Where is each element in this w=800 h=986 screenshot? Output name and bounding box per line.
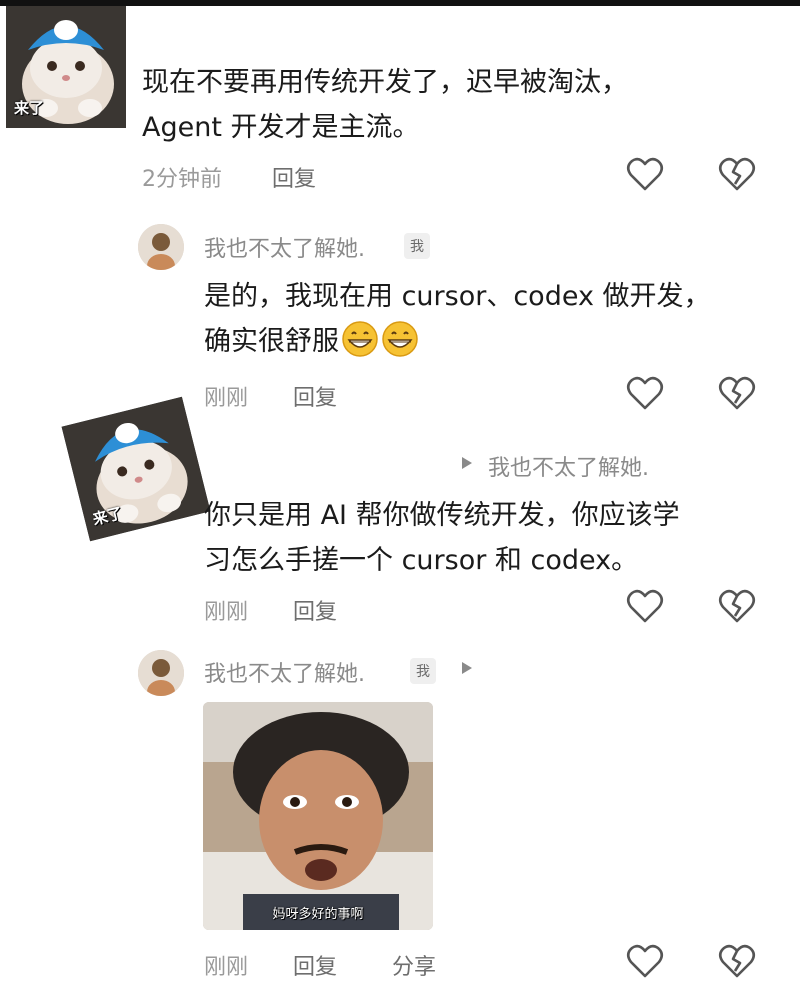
heart-outline-icon[interactable] xyxy=(626,156,664,192)
sticker-avatar[interactable]: 来了 xyxy=(6,6,126,128)
comment-text: 你只是用 AI 帮你做传统开发，你应该学 习怎么手搓一个 cursor 和 co… xyxy=(204,500,680,576)
reply-button[interactable]: 回复 xyxy=(293,380,337,412)
play-triangle-icon xyxy=(462,457,472,469)
broken-heart-icon[interactable] xyxy=(718,588,756,624)
grinning-face-icon xyxy=(342,321,378,357)
heart-outline-icon[interactable] xyxy=(626,588,664,624)
reply-button[interactable]: 回复 xyxy=(272,161,316,193)
comment-text: 现在不要再用传统开发了，迟早被淘汰， Agent 开发才是主流。 xyxy=(142,67,628,143)
broken-heart-icon[interactable] xyxy=(718,375,756,411)
broken-heart-icon[interactable] xyxy=(718,943,756,979)
broken-heart-icon[interactable] xyxy=(718,156,756,192)
user-avatar-image xyxy=(138,650,184,696)
comment-time: 刚刚 xyxy=(204,386,249,411)
sticker-tag: 来了 xyxy=(14,99,45,117)
heart-outline-icon[interactable] xyxy=(626,375,664,411)
user-avatar-image xyxy=(138,224,184,270)
heart-outline-icon[interactable] xyxy=(626,943,664,979)
comment-time: 刚刚 xyxy=(204,600,249,625)
avatar[interactable] xyxy=(138,650,184,696)
cat-sticker-image xyxy=(61,396,211,542)
comment-time: 2分钟前 xyxy=(142,167,222,192)
video-thumbnail[interactable]: 妈呀多好的事啊 xyxy=(203,702,433,930)
comment-time: 刚刚 xyxy=(204,955,249,980)
video-frame-image xyxy=(203,702,433,930)
me-badge: 我 xyxy=(404,233,430,259)
play-triangle-icon xyxy=(462,662,472,674)
video-caption: 妈呀多好的事啊 xyxy=(272,907,364,922)
username[interactable]: 我也不太了解她. xyxy=(204,231,365,263)
avatar[interactable] xyxy=(138,224,184,270)
share-button[interactable]: 分享 xyxy=(392,949,436,981)
comment-text: 是的，我现在用 cursor、codex 做开发， 确实很舒服 xyxy=(204,281,711,357)
reply-to-username[interactable]: 我也不太了解她. xyxy=(488,450,649,482)
grinning-face-icon xyxy=(382,321,418,357)
sticker-avatar[interactable]: 来了 xyxy=(61,396,211,542)
reply-button[interactable]: 回复 xyxy=(293,594,337,626)
reply-button[interactable]: 回复 xyxy=(293,949,337,981)
username[interactable]: 我也不太了解她. xyxy=(204,656,365,688)
me-badge: 我 xyxy=(410,658,436,684)
